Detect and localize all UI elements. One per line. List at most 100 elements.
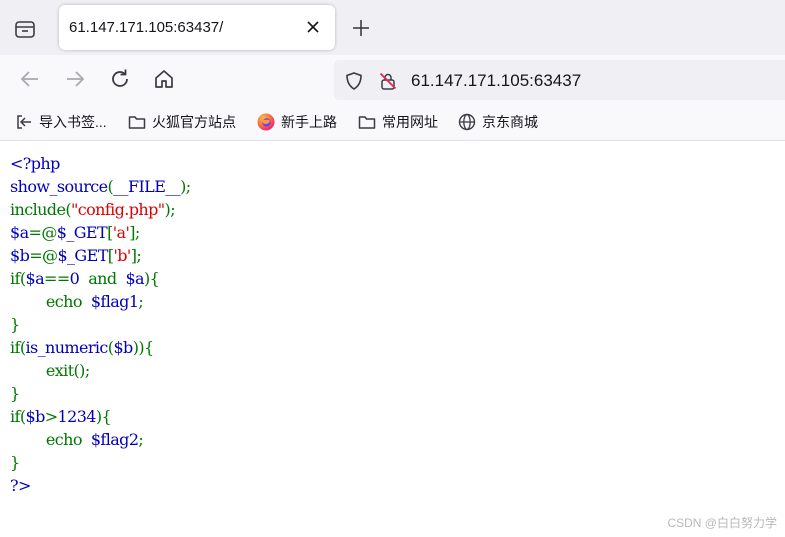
source-line: ?> [10, 474, 191, 497]
code-token: <?php [10, 154, 60, 173]
code-token: is_numeric [25, 338, 108, 357]
source-line: } [10, 451, 191, 474]
source-line: } [10, 313, 191, 336]
code-token: __FILE__ [113, 177, 181, 196]
code-token: and [83, 269, 126, 288]
source-line: if($b>1234){ [10, 405, 191, 428]
home-button[interactable] [152, 67, 176, 91]
insecure-lock-icon [379, 72, 397, 90]
source-line: exit(); [10, 359, 191, 382]
code-token: 1234 [57, 407, 97, 426]
source-line: <?php [10, 152, 191, 175]
navigation-toolbar: 61.147.171.105:63437 [0, 55, 785, 103]
code-token: 'a' [112, 223, 130, 242]
tracking-protection-button[interactable] [344, 71, 364, 91]
forward-button[interactable] [63, 67, 87, 91]
url-text: 61.147.171.105:63437 [411, 71, 582, 90]
url-bar[interactable]: 61.147.171.105:63437 [334, 60, 785, 100]
import-icon [17, 115, 31, 129]
back-button[interactable] [18, 67, 42, 91]
watermark: CSDN @白白努力学 [667, 516, 777, 530]
code-token: show_source [10, 177, 108, 196]
code-token: include( [10, 200, 72, 219]
code-token: if( [10, 269, 26, 288]
code-token: $b [10, 246, 30, 265]
tab-title: 61.147.171.105:63437/ [69, 19, 224, 36]
bookmarks-toolbar: 导入书签... 火狐官方站点 新手上路 常用网址 京东商城 [0, 103, 785, 141]
source-line: echo $flag2; [10, 428, 191, 451]
code-token: =@ [29, 246, 58, 265]
code-token: echo [10, 430, 91, 449]
code-token: $_GET [57, 246, 108, 265]
code-token: ); [164, 200, 176, 219]
bookmark-label: 新手上路 [281, 114, 337, 130]
source-line: if(is_numeric($b)){ [10, 336, 191, 359]
bookmark-label: 常用网址 [382, 114, 438, 130]
source-line: $b=@$_GET['b']; [10, 244, 191, 267]
new-tab-button[interactable] [350, 17, 372, 39]
code-token: } [10, 453, 20, 472]
bookmark-common-sites[interactable]: 常用网址 [357, 112, 438, 132]
code-token: ){ [95, 407, 112, 426]
bookmark-label: 导入书签... [39, 114, 107, 130]
folder-icon [128, 116, 146, 129]
source-line: show_source(__FILE__); [10, 175, 191, 198]
code-token: $flag1 [90, 292, 139, 311]
active-tab[interactable]: 61.147.171.105:63437/ [59, 5, 335, 50]
globe-icon [458, 113, 476, 131]
bookmark-label: 火狐官方站点 [152, 114, 236, 130]
code-token: == [44, 269, 70, 288]
forward-arrow-icon [67, 71, 85, 87]
code-token: 0 [69, 269, 84, 288]
source-line: include("config.php"); [10, 198, 191, 221]
code-token: echo [10, 292, 91, 311]
bookmark-getting-started[interactable]: 新手上路 [256, 112, 337, 132]
code-token: ; [138, 430, 144, 449]
close-icon [307, 21, 319, 33]
php-source-code: <?php show_source(__FILE__); include("conf… [10, 152, 191, 497]
plus-icon [353, 20, 369, 36]
tab-strip: 61.147.171.105:63437/ [0, 0, 785, 55]
reload-button[interactable] [108, 67, 132, 91]
code-token: if( [10, 407, 26, 426]
code-token: ); [180, 177, 191, 196]
code-token: ]; [130, 246, 142, 265]
bookmark-jd[interactable]: 京东商城 [457, 112, 538, 132]
reload-icon [112, 69, 128, 87]
back-arrow-icon [20, 71, 38, 87]
code-token: if( [10, 338, 26, 357]
folder-icon [358, 116, 376, 129]
code-token: $_GET [56, 223, 108, 242]
tab-list-icon [15, 21, 35, 38]
code-token: $b [25, 407, 45, 426]
tab-close-button[interactable] [303, 17, 323, 37]
code-token: )){ [132, 338, 154, 357]
code-token: $a [25, 269, 45, 288]
shield-icon [346, 72, 362, 90]
code-token: } [10, 315, 20, 334]
code-token: } [10, 384, 20, 403]
source-line: $a=@$_GET['a']; [10, 221, 191, 244]
firefox-icon [257, 113, 275, 131]
code-token: =@ [28, 223, 58, 242]
site-security-button[interactable] [378, 71, 398, 91]
code-token: ?> [10, 476, 31, 495]
bookmark-firefox-site[interactable]: 火狐官方站点 [127, 112, 236, 132]
source-line: } [10, 382, 191, 405]
code-token: $b [113, 338, 133, 357]
source-line: echo $flag1; [10, 290, 191, 313]
code-token: exit [10, 361, 74, 380]
code-token: ){ [144, 269, 160, 288]
code-token: $a [125, 269, 144, 288]
bookmark-import[interactable]: 导入书签... [14, 112, 107, 132]
home-icon [155, 70, 173, 88]
code-token: "config.php" [70, 200, 165, 219]
bookmark-label: 京东商城 [482, 114, 538, 130]
tab-list-button[interactable] [10, 14, 40, 44]
code-token: ; [138, 292, 144, 311]
code-token: $a [10, 223, 29, 242]
code-token: > [44, 407, 58, 426]
code-token: ]; [129, 223, 140, 242]
code-token: $flag2 [90, 430, 139, 449]
code-token: (); [73, 361, 91, 380]
